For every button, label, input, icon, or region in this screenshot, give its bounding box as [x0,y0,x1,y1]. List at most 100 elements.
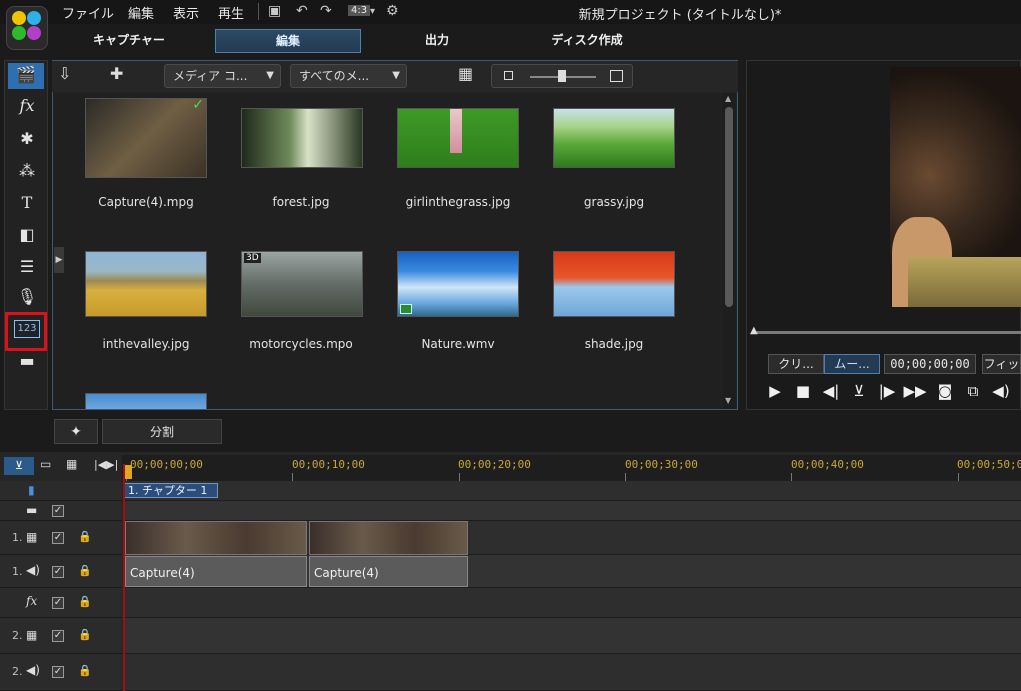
gear-icon[interactable]: ⚙ [386,3,399,19]
menu-play[interactable]: 再生 [218,3,244,22]
magic-tools-button[interactable]: ✦ [54,419,98,444]
fit-button[interactable]: フィッ [982,354,1021,374]
tab-produce[interactable]: 出力 [364,29,510,53]
speaker-icon: ◀) [26,563,40,577]
chevron-down-icon: ▼ [392,70,400,81]
lock-icon[interactable]: 🔒 [78,664,92,677]
next-frame-icon[interactable]: |▶ [874,380,900,402]
fast-forward-icon[interactable]: ▶▶ [902,380,928,402]
video-clip[interactable] [125,521,307,555]
audio-clip[interactable]: Capture(4) [309,556,468,587]
media-label: grassy.jpg [583,195,645,209]
preview-seekbar[interactable]: ▲ [750,325,1021,336]
expand-panel-tab[interactable]: ▶ [54,247,64,273]
media-thumbnail[interactable]: 3D [241,251,363,317]
display-mode-icon[interactable]: ⧉ [960,380,986,402]
video-track-2-header: 2. ▦ ✓ 🔒 [0,618,122,654]
pip-room-icon[interactable]: ✱ [14,127,40,151]
menu-edit[interactable]: 編集 [128,3,154,22]
track-checkbox[interactable]: ✓ [52,566,64,578]
media-room-icon[interactable]: 🎬 [8,63,44,89]
library-scrollbar[interactable]: ▲ ▼ [722,93,736,409]
scroll-down-icon[interactable]: ▼ [725,396,731,405]
audio-track-2-header: 2. ◀) ✓ 🔒 [0,654,122,691]
redo-icon[interactable]: ↷ [320,3,332,19]
fx-room-icon[interactable]: fx [14,94,40,118]
subtitle-room-icon[interactable]: ▬ [14,349,40,373]
lock-icon[interactable]: 🔒 [78,595,92,608]
chapter-track[interactable] [123,481,1021,501]
scrollbar-thumb[interactable] [725,107,733,307]
category-filter-label: すべてのメ... [299,69,370,83]
media-thumbnail[interactable] [85,251,207,317]
track-checkbox[interactable]: ✓ [52,666,64,678]
timeline-ruler[interactable]: 00;00;00;00 00;00;10;00 00;00;20;00 00;0… [122,455,1021,481]
undo-icon[interactable]: ↶ [296,3,308,19]
play-icon[interactable]: ▶ [762,380,788,402]
track-checkbox[interactable]: ✓ [52,505,64,517]
transition-room-icon[interactable]: ◧ [14,223,40,247]
tab-disc[interactable]: ディスク作成 [514,29,660,53]
chevron-down-icon[interactable]: ▾ [370,6,375,17]
ruler-label: 00;00;10;00 [292,458,365,471]
aspect-ratio-button[interactable]: 4:3 [348,5,371,16]
stop-icon[interactable]: ■ [790,380,816,402]
small-thumb-icon [504,71,513,80]
tab-capture[interactable]: キャプチャー [56,29,202,53]
media-filter-dropdown[interactable]: メディア コ... ▼ [164,64,281,88]
mark-icon[interactable]: ⊻ [846,380,872,402]
category-filter-dropdown[interactable]: すべてのメ... ▼ [290,64,407,88]
video-track-2[interactable] [123,618,1021,654]
media-thumbnail[interactable] [241,108,363,168]
track-checkbox[interactable]: ✓ [52,532,64,544]
fx-track[interactable] [123,588,1021,618]
lock-icon[interactable]: 🔒 [78,530,92,543]
menu-view[interactable]: 表示 [173,3,199,22]
fit-timeline-icon[interactable]: |◀▶| [94,458,118,471]
timeline-view-icon[interactable]: ⊻ [4,457,34,475]
track-checkbox[interactable]: ✓ [52,597,64,609]
voice-over-icon[interactable]: 🎙 [14,285,40,309]
magic-wand-icon: ✦ [70,424,82,440]
menu-file[interactable]: ファイル [62,3,114,22]
title-room-icon[interactable]: T [14,191,40,215]
video-clip[interactable] [309,521,468,555]
chapter-marker[interactable]: 1. チャプター 1 [124,483,218,498]
subtitle-icon: ▬ [26,503,38,517]
tab-edit[interactable]: 編集 [215,29,361,53]
subtitle-track[interactable] [123,501,1021,521]
media-thumbnail[interactable] [553,108,675,168]
prev-frame-icon[interactable]: ◀| [818,380,844,402]
lock-icon[interactable]: 🔒 [78,628,92,641]
media-label: motorcycles.mpo [249,337,353,351]
3d-badge: 3D [244,253,261,263]
view-grid-icon[interactable]: ▦ [458,64,473,83]
movie-mode-button[interactable]: ムー... [824,354,880,374]
clip-mode-button[interactable]: クリ... [768,354,824,374]
plugin-icon[interactable]: ✚ [110,64,123,83]
media-thumbnail[interactable]: ✓ [85,98,207,178]
slider-handle[interactable] [558,70,566,82]
lock-icon[interactable]: 🔒 [78,564,92,577]
media-thumbnail[interactable] [553,251,675,317]
track-manager-icon[interactable]: ▦ [66,457,77,471]
import-icon[interactable]: ⇩ [58,64,71,83]
particle-room-icon[interactable]: ⁂ [14,159,40,183]
audio-clip[interactable]: Capture(4) [125,556,307,587]
split-button[interactable]: 分割 [102,419,222,444]
seek-handle[interactable]: ▲ [750,325,758,336]
ruler-label: 00;00;30;00 [625,458,698,471]
media-thumbnail[interactable] [85,393,207,409]
audio-mix-room-icon[interactable]: ☰ [14,255,40,279]
thumbnail-size-slider[interactable] [491,64,633,88]
camera-icon[interactable]: ◙ [932,380,958,402]
save-icon[interactable]: ▣ [268,3,281,19]
audio-track-2[interactable] [123,654,1021,691]
storyboard-view-icon[interactable]: ▭ [40,457,51,471]
scroll-up-icon[interactable]: ▲ [725,94,731,103]
media-thumbnail[interactable] [397,251,519,317]
track-checkbox[interactable]: ✓ [52,630,64,642]
media-thumbnail[interactable] [397,108,519,168]
media-label: girlinthegrass.jpg [405,195,511,209]
volume-icon[interactable]: ◀) [988,380,1014,402]
